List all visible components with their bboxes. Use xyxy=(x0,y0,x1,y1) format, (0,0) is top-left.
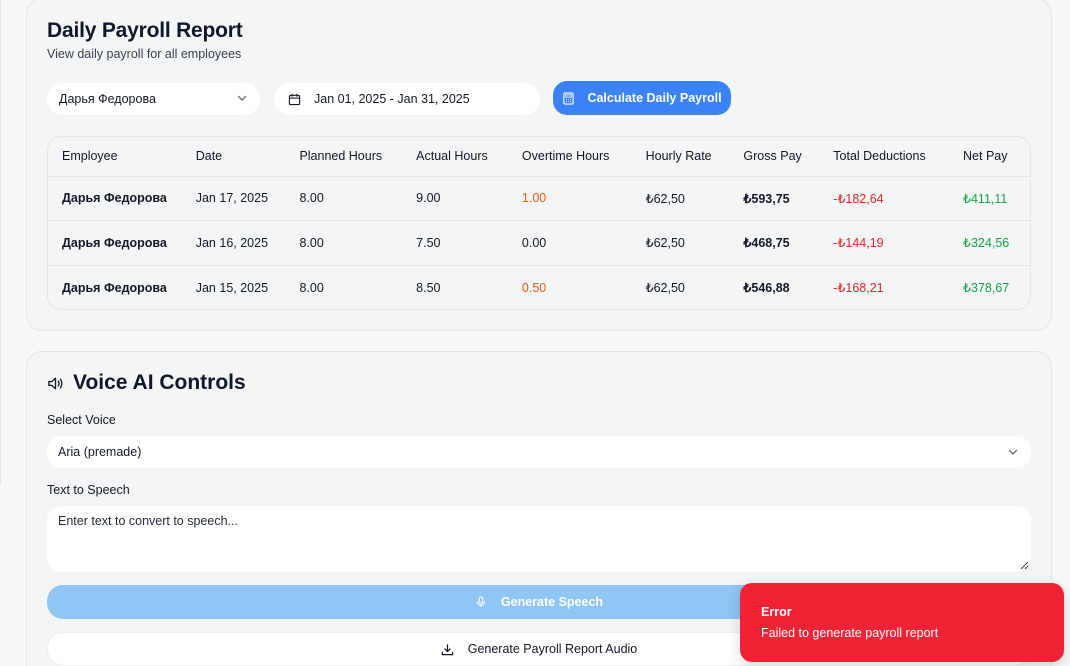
column-header-hourly-rate: Hourly Rate xyxy=(631,137,730,177)
sidebar-edge xyxy=(0,0,1,485)
column-header-net-pay: Net Pay xyxy=(949,137,1030,177)
toast-message: Failed to generate payroll report xyxy=(761,626,939,640)
voice-select[interactable]: Aria (premade) xyxy=(47,436,1031,468)
date-range-value: Jan 01, 2025 - Jan 31, 2025 xyxy=(314,92,470,106)
cell-overtime-hours: 0.50 xyxy=(521,280,547,295)
calculate-button-label: Calculate Daily Payroll xyxy=(587,91,722,105)
cell-overtime-hours: 0.00 xyxy=(507,220,632,266)
cell-gross-pay: ₺593,75 xyxy=(729,176,820,221)
generate-payroll-audio-label: Generate Payroll Report Audio xyxy=(467,642,638,656)
column-header-total-deductions: Total Deductions xyxy=(819,137,950,177)
chevron-down-icon xyxy=(1008,449,1018,455)
cell-date: Jan 16, 2025 xyxy=(181,220,286,266)
chevron-down-icon xyxy=(237,95,247,101)
error-toast[interactable]: Error Failed to generate payroll report xyxy=(740,583,1064,662)
generate-speech-label: Generate Speech xyxy=(500,595,604,609)
text-to-speech-label: Text to Speech xyxy=(47,483,130,497)
mic-icon xyxy=(476,596,485,607)
column-header-planned-hours: Planned Hours xyxy=(285,137,403,177)
cell-hourly-rate: ₺62,50 xyxy=(631,176,730,221)
cell-hourly-rate: ₺62,50 xyxy=(645,281,685,295)
employee-select[interactable]: Дарья Федорова xyxy=(47,83,260,115)
cell-planned-hours: 8.00 xyxy=(285,220,403,266)
cell-employee: Дарья Федорова xyxy=(62,280,167,295)
cell-net-pay: ₺378,67 xyxy=(963,281,1010,295)
table-row: Дарья Федорова Jan 17, 2025 8.00 9.00 1.… xyxy=(48,176,1030,221)
speaker-icon xyxy=(48,377,63,390)
payroll-report-card: Daily Payroll Report View daily payroll … xyxy=(26,0,1052,331)
cell-gross-pay: ₺468,75 xyxy=(729,220,820,266)
resize-handle-icon[interactable] xyxy=(1019,560,1029,570)
toast-title: Error xyxy=(761,605,792,619)
payroll-table: Employee Date Planned Hours Actual Hours… xyxy=(47,136,1031,310)
employee-select-value: Дарья Федорова xyxy=(59,92,156,106)
cell-total-deductions: -₺168,21 xyxy=(833,281,884,295)
cell-employee: Дарья Федорова xyxy=(48,176,182,221)
column-header-gross-pay: Gross Pay xyxy=(729,137,820,177)
cell-date: Jan 15, 2025 xyxy=(195,280,269,295)
table-header-row: Employee Date Planned Hours Actual Hours… xyxy=(48,137,1030,177)
cell-net-pay: ₺411,11 xyxy=(949,176,1030,221)
voice-section-title: Voice AI Controls xyxy=(73,371,246,394)
cell-actual-hours: 7.50 xyxy=(402,220,508,266)
column-header-overtime-hours: Overtime Hours xyxy=(507,137,632,177)
cell-employee: Дарья Федорова xyxy=(48,220,182,266)
voice-select-value: Aria (premade) xyxy=(58,445,142,459)
calculator-icon xyxy=(563,91,575,105)
cell-actual-hours: 8.50 xyxy=(416,280,441,295)
column-header-actual-hours: Actual Hours xyxy=(402,137,508,177)
page-title: Daily Payroll Report xyxy=(47,19,243,42)
table-row: Дарья Федорова Jan 16, 2025 8.00 7.50 0.… xyxy=(48,220,1030,266)
cell-total-deductions: -₺144,19 xyxy=(819,220,950,266)
cell-overtime-hours: 1.00 xyxy=(507,176,632,221)
page-subtitle: View daily payroll for all employees xyxy=(47,47,242,61)
column-header-date: Date xyxy=(181,137,286,177)
calculate-daily-payroll-button[interactable]: Calculate Daily Payroll xyxy=(553,81,731,115)
cell-gross-pay: ₺546,88 xyxy=(743,281,790,295)
cell-planned-hours: 8.00 xyxy=(299,280,324,295)
text-to-speech-input[interactable]: Enter text to convert to speech... xyxy=(47,506,1031,572)
table-row: Дарья Федорова Jan 15, 2025 8.00 8.50 0.… xyxy=(48,265,1030,309)
column-header-employee: Employee xyxy=(48,137,182,177)
cell-date: Jan 17, 2025 xyxy=(181,176,286,221)
text-to-speech-placeholder: Enter text to convert to speech... xyxy=(58,514,238,528)
download-icon xyxy=(441,643,453,655)
calendar-icon xyxy=(288,93,301,105)
cell-net-pay: ₺324,56 xyxy=(949,220,1030,266)
select-voice-label: Select Voice xyxy=(47,413,116,427)
cell-hourly-rate: ₺62,50 xyxy=(631,220,730,266)
cell-total-deductions: -₺182,64 xyxy=(819,176,950,221)
date-range-picker[interactable]: Jan 01, 2025 - Jan 31, 2025 xyxy=(274,83,540,115)
cell-actual-hours: 9.00 xyxy=(402,176,508,221)
cell-planned-hours: 8.00 xyxy=(285,176,403,221)
